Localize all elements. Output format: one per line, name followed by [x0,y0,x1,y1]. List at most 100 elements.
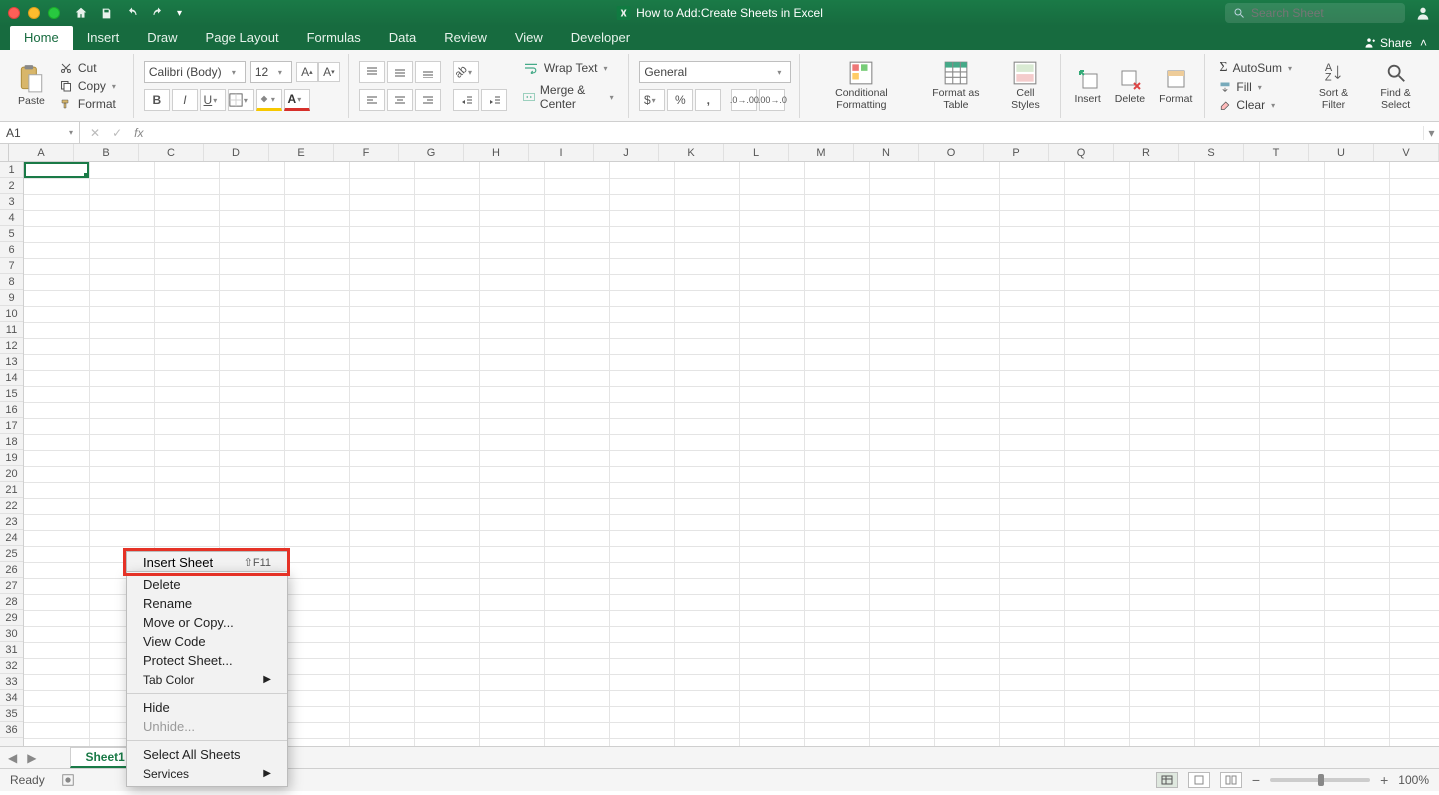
col-header-H[interactable]: H [464,144,529,161]
find-select-button[interactable]: Find & Select [1366,58,1425,113]
row-header-26[interactable]: 26 [0,562,23,578]
active-cell[interactable] [24,162,89,178]
insert-cells-button[interactable]: Insert [1071,64,1105,108]
account-icon[interactable] [1415,5,1431,21]
align-bottom-button[interactable] [415,61,441,83]
zoom-in-button[interactable]: + [1380,772,1388,788]
ctx-hide[interactable]: Hide [127,698,287,717]
row-header-21[interactable]: 21 [0,482,23,498]
align-left-button[interactable] [359,89,385,111]
name-box[interactable]: A1▾ [0,122,80,143]
save-icon[interactable] [100,7,113,20]
sheet-nav-next[interactable]: ▶ [25,751,38,765]
zoom-out-button[interactable]: − [1252,772,1260,788]
col-header-C[interactable]: C [139,144,204,161]
normal-view-button[interactable] [1156,772,1178,788]
col-header-E[interactable]: E [269,144,334,161]
decrease-decimal-button[interactable]: .00→.0 [759,89,785,111]
ctx-select-all-sheets[interactable]: Select All Sheets [127,745,287,764]
border-button[interactable]: ▾ [228,89,254,111]
tab-formulas[interactable]: Formulas [293,26,375,50]
tab-review[interactable]: Review [430,26,501,50]
paste-button[interactable]: Paste [14,62,49,110]
share-button[interactable]: Share [1362,36,1412,50]
col-header-Q[interactable]: Q [1049,144,1114,161]
tab-home[interactable]: Home [10,26,73,50]
row-header-25[interactable]: 25 [0,546,23,562]
row-header-13[interactable]: 13 [0,354,23,370]
row-header-29[interactable]: 29 [0,610,23,626]
row-header-23[interactable]: 23 [0,514,23,530]
close-window-button[interactable] [8,7,20,19]
bold-button[interactable]: B [144,89,170,111]
row-header-31[interactable]: 31 [0,642,23,658]
ctx-services[interactable]: Services▶ [127,764,287,783]
macro-record-icon[interactable] [61,773,75,787]
enter-icon[interactable]: ✓ [112,126,122,140]
row-header-34[interactable]: 34 [0,690,23,706]
comma-button[interactable]: , [695,89,721,111]
font-select[interactable]: Calibri (Body)▾ [144,61,246,83]
ctx-delete[interactable]: Delete [127,575,287,594]
search-sheet-box[interactable] [1225,3,1405,23]
fx-icon[interactable]: fx [134,126,143,140]
collapse-ribbon-icon[interactable]: ˄ [1420,36,1427,50]
ctx-insert-sheet[interactable]: Insert Sheet ⇧F11 [126,551,288,573]
row-header-11[interactable]: 11 [0,322,23,338]
delete-cells-button[interactable]: Delete [1111,64,1149,108]
home-icon[interactable] [74,6,88,20]
col-header-M[interactable]: M [789,144,854,161]
redo-icon[interactable] [151,7,165,19]
tab-developer[interactable]: Developer [557,26,644,50]
row-header-33[interactable]: 33 [0,674,23,690]
align-center-button[interactable] [387,89,413,111]
decrease-indent-button[interactable] [453,89,479,111]
format-painter-button[interactable]: Format [55,96,125,112]
select-all-corner[interactable] [0,144,9,161]
col-header-O[interactable]: O [919,144,984,161]
col-header-I[interactable]: I [529,144,594,161]
row-header-2[interactable]: 2 [0,178,23,194]
ctx-view-code[interactable]: View Code [127,632,287,651]
font-size-select[interactable]: 12▾ [250,61,292,83]
increase-indent-button[interactable] [481,89,507,111]
col-header-D[interactable]: D [204,144,269,161]
zoom-slider[interactable] [1270,778,1370,782]
percent-button[interactable]: % [667,89,693,111]
row-header-8[interactable]: 8 [0,274,23,290]
tab-view[interactable]: View [501,26,557,50]
col-header-S[interactable]: S [1179,144,1244,161]
align-top-button[interactable] [359,61,385,83]
page-break-view-button[interactable] [1220,772,1242,788]
cell-styles-button[interactable]: Cell Styles [999,58,1051,113]
fill-button[interactable]: Fill▾ [1215,79,1301,95]
currency-button[interactable]: $▾ [639,89,665,111]
col-header-P[interactable]: P [984,144,1049,161]
tab-insert[interactable]: Insert [73,26,134,50]
ctx-rename[interactable]: Rename [127,594,287,613]
row-header-35[interactable]: 35 [0,706,23,722]
search-input[interactable] [1251,6,1391,20]
page-layout-view-button[interactable] [1188,772,1210,788]
row-header-16[interactable]: 16 [0,402,23,418]
col-header-T[interactable]: T [1244,144,1309,161]
tab-data[interactable]: Data [375,26,430,50]
row-header-20[interactable]: 20 [0,466,23,482]
row-header-10[interactable]: 10 [0,306,23,322]
row-header-32[interactable]: 32 [0,658,23,674]
clear-button[interactable]: Clear▾ [1215,97,1301,113]
sheet-nav-prev[interactable]: ◀ [6,751,19,765]
col-header-L[interactable]: L [724,144,789,161]
tab-page-layout[interactable]: Page Layout [192,26,293,50]
increase-font-button[interactable]: A▴ [296,62,318,82]
tab-draw[interactable]: Draw [133,26,191,50]
expand-formula-icon[interactable]: ▾ [1423,126,1439,140]
col-header-B[interactable]: B [74,144,139,161]
row-header-6[interactable]: 6 [0,242,23,258]
fill-color-button[interactable]: ▾ [256,89,282,111]
row-header-9[interactable]: 9 [0,290,23,306]
row-header-4[interactable]: 4 [0,210,23,226]
orientation-button[interactable]: ab▾ [453,61,479,83]
cut-button[interactable]: Cut [55,60,125,76]
row-header-17[interactable]: 17 [0,418,23,434]
